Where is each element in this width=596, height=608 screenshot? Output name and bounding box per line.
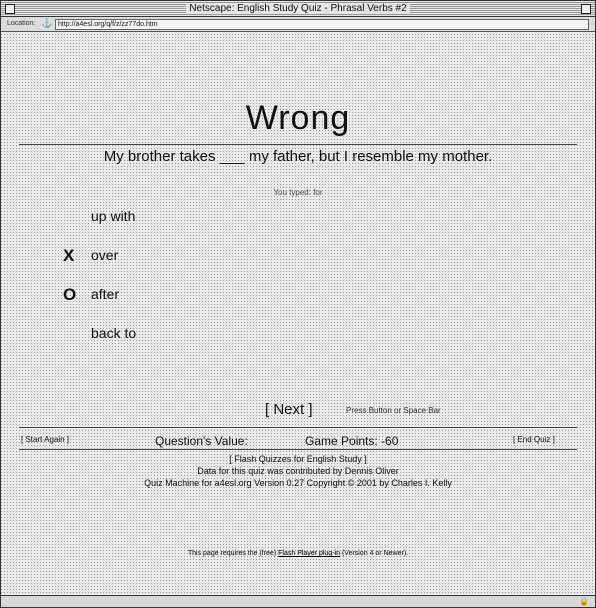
window-title: Netscape: English Study Quiz - Phrasal V…: [186, 3, 410, 14]
flash-quizzes-link[interactable]: [ Flash Quizzes for English Study ]: [15, 453, 581, 465]
question-text: My brother takes ___ my father, but I re…: [103, 148, 493, 165]
requirement-suffix: (Version 4 or Newer).: [340, 550, 409, 557]
start-again-button[interactable]: [ Start Again ]: [21, 435, 69, 444]
next-button[interactable]: [ Next ]: [265, 401, 313, 418]
answer-option-4[interactable]: back to: [91, 325, 136, 341]
wrong-x-mark: X: [63, 246, 75, 265]
status-bar: 🔒: [1, 595, 595, 607]
divider: [19, 144, 577, 145]
requirement-prefix: This page requires the (free): [187, 550, 279, 557]
typed-answer-label: You typed: for: [273, 188, 323, 197]
end-quiz-button[interactable]: [ End Quiz ]: [513, 435, 555, 444]
page-proxy-icon[interactable]: ⚓: [41, 19, 52, 28]
credit-text: Data for this quiz was contributed by De…: [197, 466, 399, 476]
quiz-content: Wrong My brother takes ___ my father, bu…: [15, 32, 581, 595]
answer-option-2[interactable]: over: [91, 247, 118, 263]
browser-window: Netscape: English Study Quiz - Phrasal V…: [0, 0, 596, 608]
flash-player-link[interactable]: Flash Player plug-in: [278, 550, 340, 557]
url-field[interactable]: http://a4esl.org/q/f/z/zz77do.htm: [55, 19, 589, 30]
location-label: Location:: [7, 20, 36, 27]
game-points: Game Points: -60: [305, 434, 399, 448]
close-box-icon[interactable]: [5, 4, 15, 14]
correct-o-mark: O: [63, 285, 77, 304]
question-value: Question's Value:: [155, 434, 248, 448]
plugin-requirement: This page requires the (free) Flash Play…: [15, 550, 581, 557]
next-hint: Press Button or Space Bar: [346, 406, 441, 415]
answer-option-3[interactable]: after: [91, 286, 119, 302]
zoom-box-icon[interactable]: [581, 4, 591, 14]
title-bar[interactable]: Netscape: English Study Quiz - Phrasal V…: [1, 1, 595, 17]
answer-option-1[interactable]: up with: [91, 208, 135, 224]
location-bar: Location: ⚓ http://a4esl.org/q/f/z/zz77d…: [1, 17, 595, 32]
divider: [19, 427, 577, 428]
divider: [19, 449, 577, 450]
result-heading: Wrong: [245, 99, 351, 137]
security-icon: 🔒: [579, 597, 589, 606]
copyright-text: Quiz Machine for a4esl.org Version 0.27 …: [144, 478, 452, 488]
